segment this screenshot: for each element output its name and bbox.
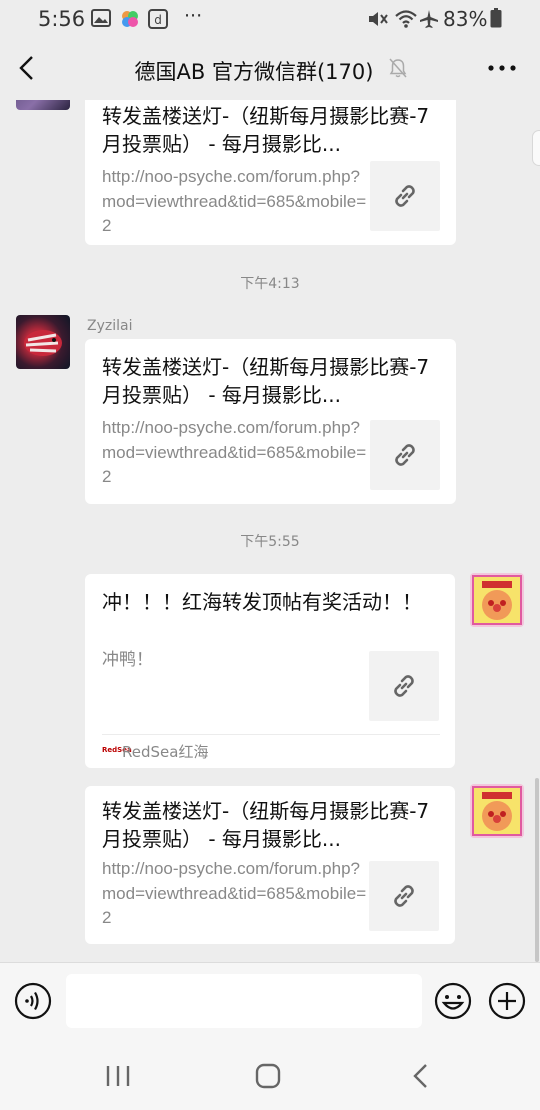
- link-icon: [395, 185, 415, 207]
- svg-text:d: d: [154, 13, 162, 27]
- emoji-button[interactable]: [434, 982, 472, 1020]
- link-card[interactable]: 转发盖楼送灯-（纽斯每月摄影比赛-7月投票贴） - 每月摄影比... http:…: [85, 100, 456, 245]
- chat-header: 德国AB 官方微信群(170): [0, 38, 540, 100]
- input-bar: [0, 962, 540, 1040]
- battery-percent: 83%: [443, 7, 488, 31]
- chat-title: 德国AB 官方微信群(170): [134, 60, 374, 84]
- card-description: http://noo-psyche.com/forum.php?mod=view…: [102, 167, 367, 235]
- emoji-icon: [434, 982, 472, 1020]
- back-nav-button[interactable]: [400, 1058, 440, 1094]
- more-button[interactable]: [486, 52, 518, 84]
- status-bar: 5:56 d ··· 83%: [0, 0, 540, 38]
- airplane-icon: [419, 9, 439, 33]
- more-icon: [488, 65, 516, 71]
- link-icon: [395, 444, 415, 466]
- card-thumbnail: [369, 861, 439, 931]
- link-icon: [394, 675, 414, 697]
- card-description: http://noo-psyche.com/forum.php?mod=view…: [102, 418, 367, 486]
- timestamp: 下午5:55: [240, 534, 300, 550]
- d-app-icon: d: [148, 9, 168, 33]
- link-card[interactable]: 冲！！！红海转发顶帖有奖活动！！ 冲鸭！ RedSea RedSea红海: [85, 574, 455, 768]
- card-title: 转发盖楼送灯-（纽斯每月摄影比赛-7月投票贴） - 每月摄影比...: [102, 355, 430, 407]
- avatar[interactable]: [470, 784, 524, 838]
- mute-icon: [366, 9, 388, 33]
- voice-button[interactable]: [14, 982, 52, 1020]
- card-footer: [102, 734, 440, 735]
- home-icon: [255, 1063, 281, 1089]
- avatar[interactable]: [16, 100, 70, 110]
- battery-icon: [490, 8, 502, 32]
- plus-icon: [488, 982, 526, 1020]
- sender-name: Zyzilai: [87, 318, 133, 334]
- scrollbar[interactable]: [535, 778, 539, 962]
- edge-panel-handle[interactable]: [532, 130, 540, 166]
- link-card[interactable]: 转发盖楼送灯-（纽斯每月摄影比赛-7月投票贴） - 每月摄影比... http:…: [85, 786, 455, 944]
- back-nav-icon: [413, 1064, 427, 1088]
- card-title: 转发盖楼送灯-（纽斯每月摄影比赛-7月投票贴） - 每月摄影比...: [102, 104, 430, 156]
- wifi-icon: [394, 9, 418, 33]
- card-title: 转发盖楼送灯-（纽斯每月摄影比赛-7月投票贴） - 每月摄影比...: [102, 799, 430, 851]
- home-button[interactable]: [248, 1058, 288, 1094]
- card-description: 冲鸭！: [102, 650, 153, 669]
- card-thumbnail: [370, 420, 440, 490]
- timestamp: 下午4:13: [240, 276, 300, 292]
- status-more: ···: [184, 5, 203, 27]
- app-icon: [120, 9, 140, 33]
- recents-button[interactable]: [98, 1058, 138, 1094]
- system-nav-bar: [0, 1040, 540, 1110]
- message-input[interactable]: [66, 974, 422, 1028]
- status-time: 5:56: [38, 7, 86, 31]
- card-thumbnail: [369, 651, 439, 721]
- bell-off-icon: [388, 57, 408, 83]
- voice-icon: [14, 982, 52, 1020]
- avatar[interactable]: [470, 573, 524, 627]
- avatar[interactable]: [16, 315, 70, 369]
- link-icon: [394, 885, 414, 907]
- recents-icon: [106, 1066, 130, 1086]
- link-card[interactable]: 转发盖楼送灯-（纽斯每月摄影比赛-7月投票贴） - 每月摄影比... http:…: [85, 339, 456, 504]
- card-description: http://noo-psyche.com/forum.php?mod=view…: [102, 859, 367, 927]
- more-actions-button[interactable]: [488, 982, 526, 1020]
- card-thumbnail: [370, 161, 440, 231]
- message-list[interactable]: 转发盖楼送灯-（纽斯每月摄影比赛-7月投票贴） - 每月摄影比... http:…: [0, 100, 540, 962]
- image-icon: [91, 9, 111, 31]
- source-name: RedSea红海: [122, 743, 209, 761]
- card-title: 冲！！！红海转发顶帖有奖活动！！: [102, 590, 422, 614]
